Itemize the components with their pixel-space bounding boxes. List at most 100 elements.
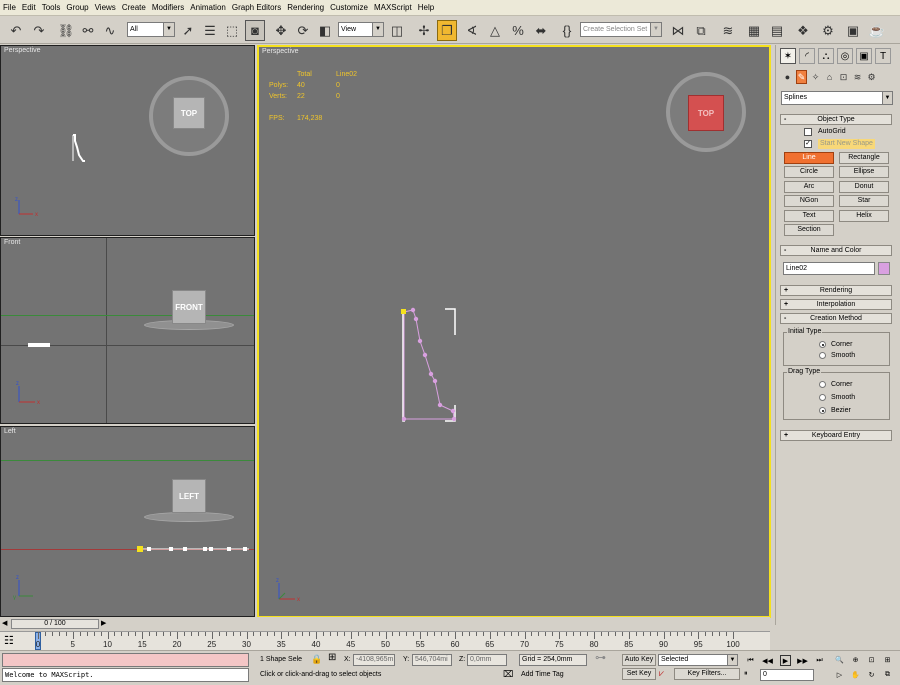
rollout-object-type[interactable]: - Object Type [780, 114, 892, 125]
selection-filter-dropdown[interactable]: All ▼ [127, 22, 175, 37]
drag-smooth-radio[interactable] [819, 394, 826, 401]
autogrid-checkbox[interactable] [804, 128, 812, 136]
maximize-viewport-icon[interactable]: ⧉ [882, 669, 893, 680]
scale-icon[interactable]: ◧ [315, 20, 335, 41]
space-warps-icon[interactable]: ≋ [852, 70, 863, 84]
menu-edit[interactable]: Edit [19, 0, 39, 16]
viewport-label[interactable]: Left [4, 428, 16, 435]
start-new-shape-checkbox[interactable]: ✓ [804, 140, 812, 148]
auto-key-button[interactable]: Auto Key [622, 654, 656, 666]
object-color-swatch[interactable] [878, 262, 890, 275]
undo-icon[interactable]: ↶ [6, 20, 26, 41]
initial-corner-radio[interactable] [819, 341, 826, 348]
next-frame-arrow-icon[interactable]: ▶ [101, 619, 106, 627]
rendered-frame-icon[interactable]: ▣ [843, 20, 863, 41]
motion-tab-icon[interactable]: ◎ [837, 48, 853, 64]
helix-button[interactable]: Helix [839, 210, 889, 222]
go-to-start-icon[interactable]: ⏮ [745, 655, 756, 666]
bind-space-warp-icon[interactable]: ∿ [100, 20, 120, 41]
select-by-name-icon[interactable]: ☰ [200, 20, 220, 41]
viewport-label[interactable]: Perspective [262, 48, 299, 55]
named-set-icon[interactable]: {} [557, 20, 577, 41]
rollout-rendering[interactable]: + Rendering [780, 285, 892, 296]
zoom-all-icon[interactable]: ⊕ [850, 654, 861, 665]
ref-coord-dropdown[interactable]: View ▼ [338, 22, 384, 37]
current-frame-field[interactable]: 0 [760, 669, 814, 681]
prev-frame-arrow-icon[interactable]: ◀ [2, 619, 7, 627]
star-button[interactable]: Star [839, 195, 889, 207]
viewcube[interactable]: LEFT [172, 479, 206, 513]
arc-button[interactable]: Arc [784, 181, 834, 193]
menu-graph-editors[interactable]: Graph Editors [229, 0, 284, 16]
line-button[interactable]: Line [784, 152, 834, 164]
percent-snap-icon[interactable]: △ [485, 20, 505, 41]
key-mode-toggle-icon[interactable]: ⏸ [744, 669, 748, 679]
viewcube[interactable]: FRONT [172, 290, 206, 324]
viewcube[interactable]: TOP [173, 97, 205, 129]
line-shape-front[interactable] [28, 343, 50, 347]
y-coordinate-field[interactable]: 546,704mi [412, 654, 452, 666]
field-of-view-icon[interactable]: ▷ [834, 669, 845, 680]
hierarchy-tab-icon[interactable]: ⛬ [818, 48, 834, 64]
shapes-icon[interactable]: ✎ [796, 70, 807, 84]
donut-button[interactable]: Donut [839, 181, 889, 193]
rollout-name-and-color[interactable]: - Name and Color [780, 245, 892, 256]
cameras-icon[interactable]: ⌂ [824, 70, 835, 84]
viewport-top-left[interactable]: Perspective TOP z x [0, 45, 255, 236]
play-icon[interactable]: ▶ [780, 655, 791, 666]
line-shape-preview[interactable] [67, 131, 91, 165]
rect-selection-icon[interactable]: ⬚ [222, 20, 242, 41]
line-shape-left[interactable] [133, 544, 253, 554]
curve-editor-icon[interactable]: ▦ [744, 20, 764, 41]
section-button[interactable]: Section [784, 224, 834, 236]
viewcube[interactable]: TOP [688, 95, 724, 131]
absolute-mode-icon[interactable]: ⊞ [328, 653, 336, 663]
key-icon[interactable]: ⊶ [595, 653, 606, 664]
schematic-view-icon[interactable]: ▤ [767, 20, 787, 41]
lock-selection-icon[interactable]: 🔒 [311, 654, 322, 664]
viewcube-ring[interactable] [144, 512, 234, 522]
viewport-left[interactable]: Left LEFT z y [0, 426, 255, 617]
move-icon[interactable]: ✥ [271, 20, 291, 41]
layer-manager-icon[interactable]: ≋ [718, 20, 738, 41]
default-in-out-icon[interactable]: ⩗ [659, 668, 664, 678]
category-dropdown[interactable]: Splines ▼ [781, 91, 893, 105]
start-new-shape-button[interactable]: Start New Shape [818, 139, 875, 149]
circle-button[interactable]: Circle [784, 166, 834, 178]
maxscript-output[interactable]: Welcome to MAXScript. [2, 668, 249, 682]
rollout-creation-method[interactable]: - Creation Method [780, 313, 892, 324]
drag-corner-radio[interactable] [819, 381, 826, 388]
spinner-snap-icon[interactable]: % [508, 20, 528, 41]
create-tab-icon[interactable]: ✶ [780, 48, 796, 64]
go-to-end-icon[interactable]: ⏭ [814, 655, 825, 666]
set-key-button[interactable]: Set Key [622, 668, 656, 680]
z-coordinate-field[interactable]: 0,0mm [467, 654, 507, 666]
orbit-icon[interactable]: ↻ [866, 669, 877, 680]
time-slider[interactable]: 0 / 100 [11, 619, 99, 629]
menu-maxscript[interactable]: MAXScript [371, 0, 415, 16]
display-tab-icon[interactable]: ▣ [856, 48, 872, 64]
window-crossing-icon[interactable]: ◙ [245, 20, 265, 41]
menu-customize[interactable]: Customize [327, 0, 371, 16]
viewport-front[interactable]: Front FRONT z x [0, 237, 255, 424]
zoom-extents-icon[interactable]: ⊡ [866, 654, 877, 665]
menu-views[interactable]: Views [92, 0, 119, 16]
geometry-icon[interactable]: ● [782, 70, 793, 84]
menu-create[interactable]: Create [119, 0, 149, 16]
named-selection-field[interactable]: Create Selection Set ▼ [580, 22, 662, 37]
viewport-perspective-main[interactable]: Perspective Total Line02 Polys: 40 0 Verts:… [257, 45, 771, 618]
helpers-icon[interactable]: ⊡ [838, 70, 849, 84]
zoom-extents-all-icon[interactable]: ⊞ [882, 654, 893, 665]
render-setup-icon[interactable]: ⚙ [818, 20, 838, 41]
material-editor-icon[interactable]: ❖ [793, 20, 813, 41]
rollout-keyboard-entry[interactable]: + Keyboard Entry [780, 430, 892, 441]
viewport-label[interactable]: Front [4, 239, 20, 246]
align-icon[interactable]: ⧉ [691, 20, 711, 41]
pan-icon[interactable]: ✋ [850, 669, 861, 680]
rotate-icon[interactable]: ⟳ [293, 20, 313, 41]
modify-tab-icon[interactable]: ◜ [799, 48, 815, 64]
time-tag-icon[interactable]: ⌧ [503, 669, 513, 679]
menu-help[interactable]: Help [415, 0, 437, 16]
utilities-tab-icon[interactable]: T [875, 48, 891, 64]
unlink-icon[interactable]: ⚯ [78, 20, 98, 41]
